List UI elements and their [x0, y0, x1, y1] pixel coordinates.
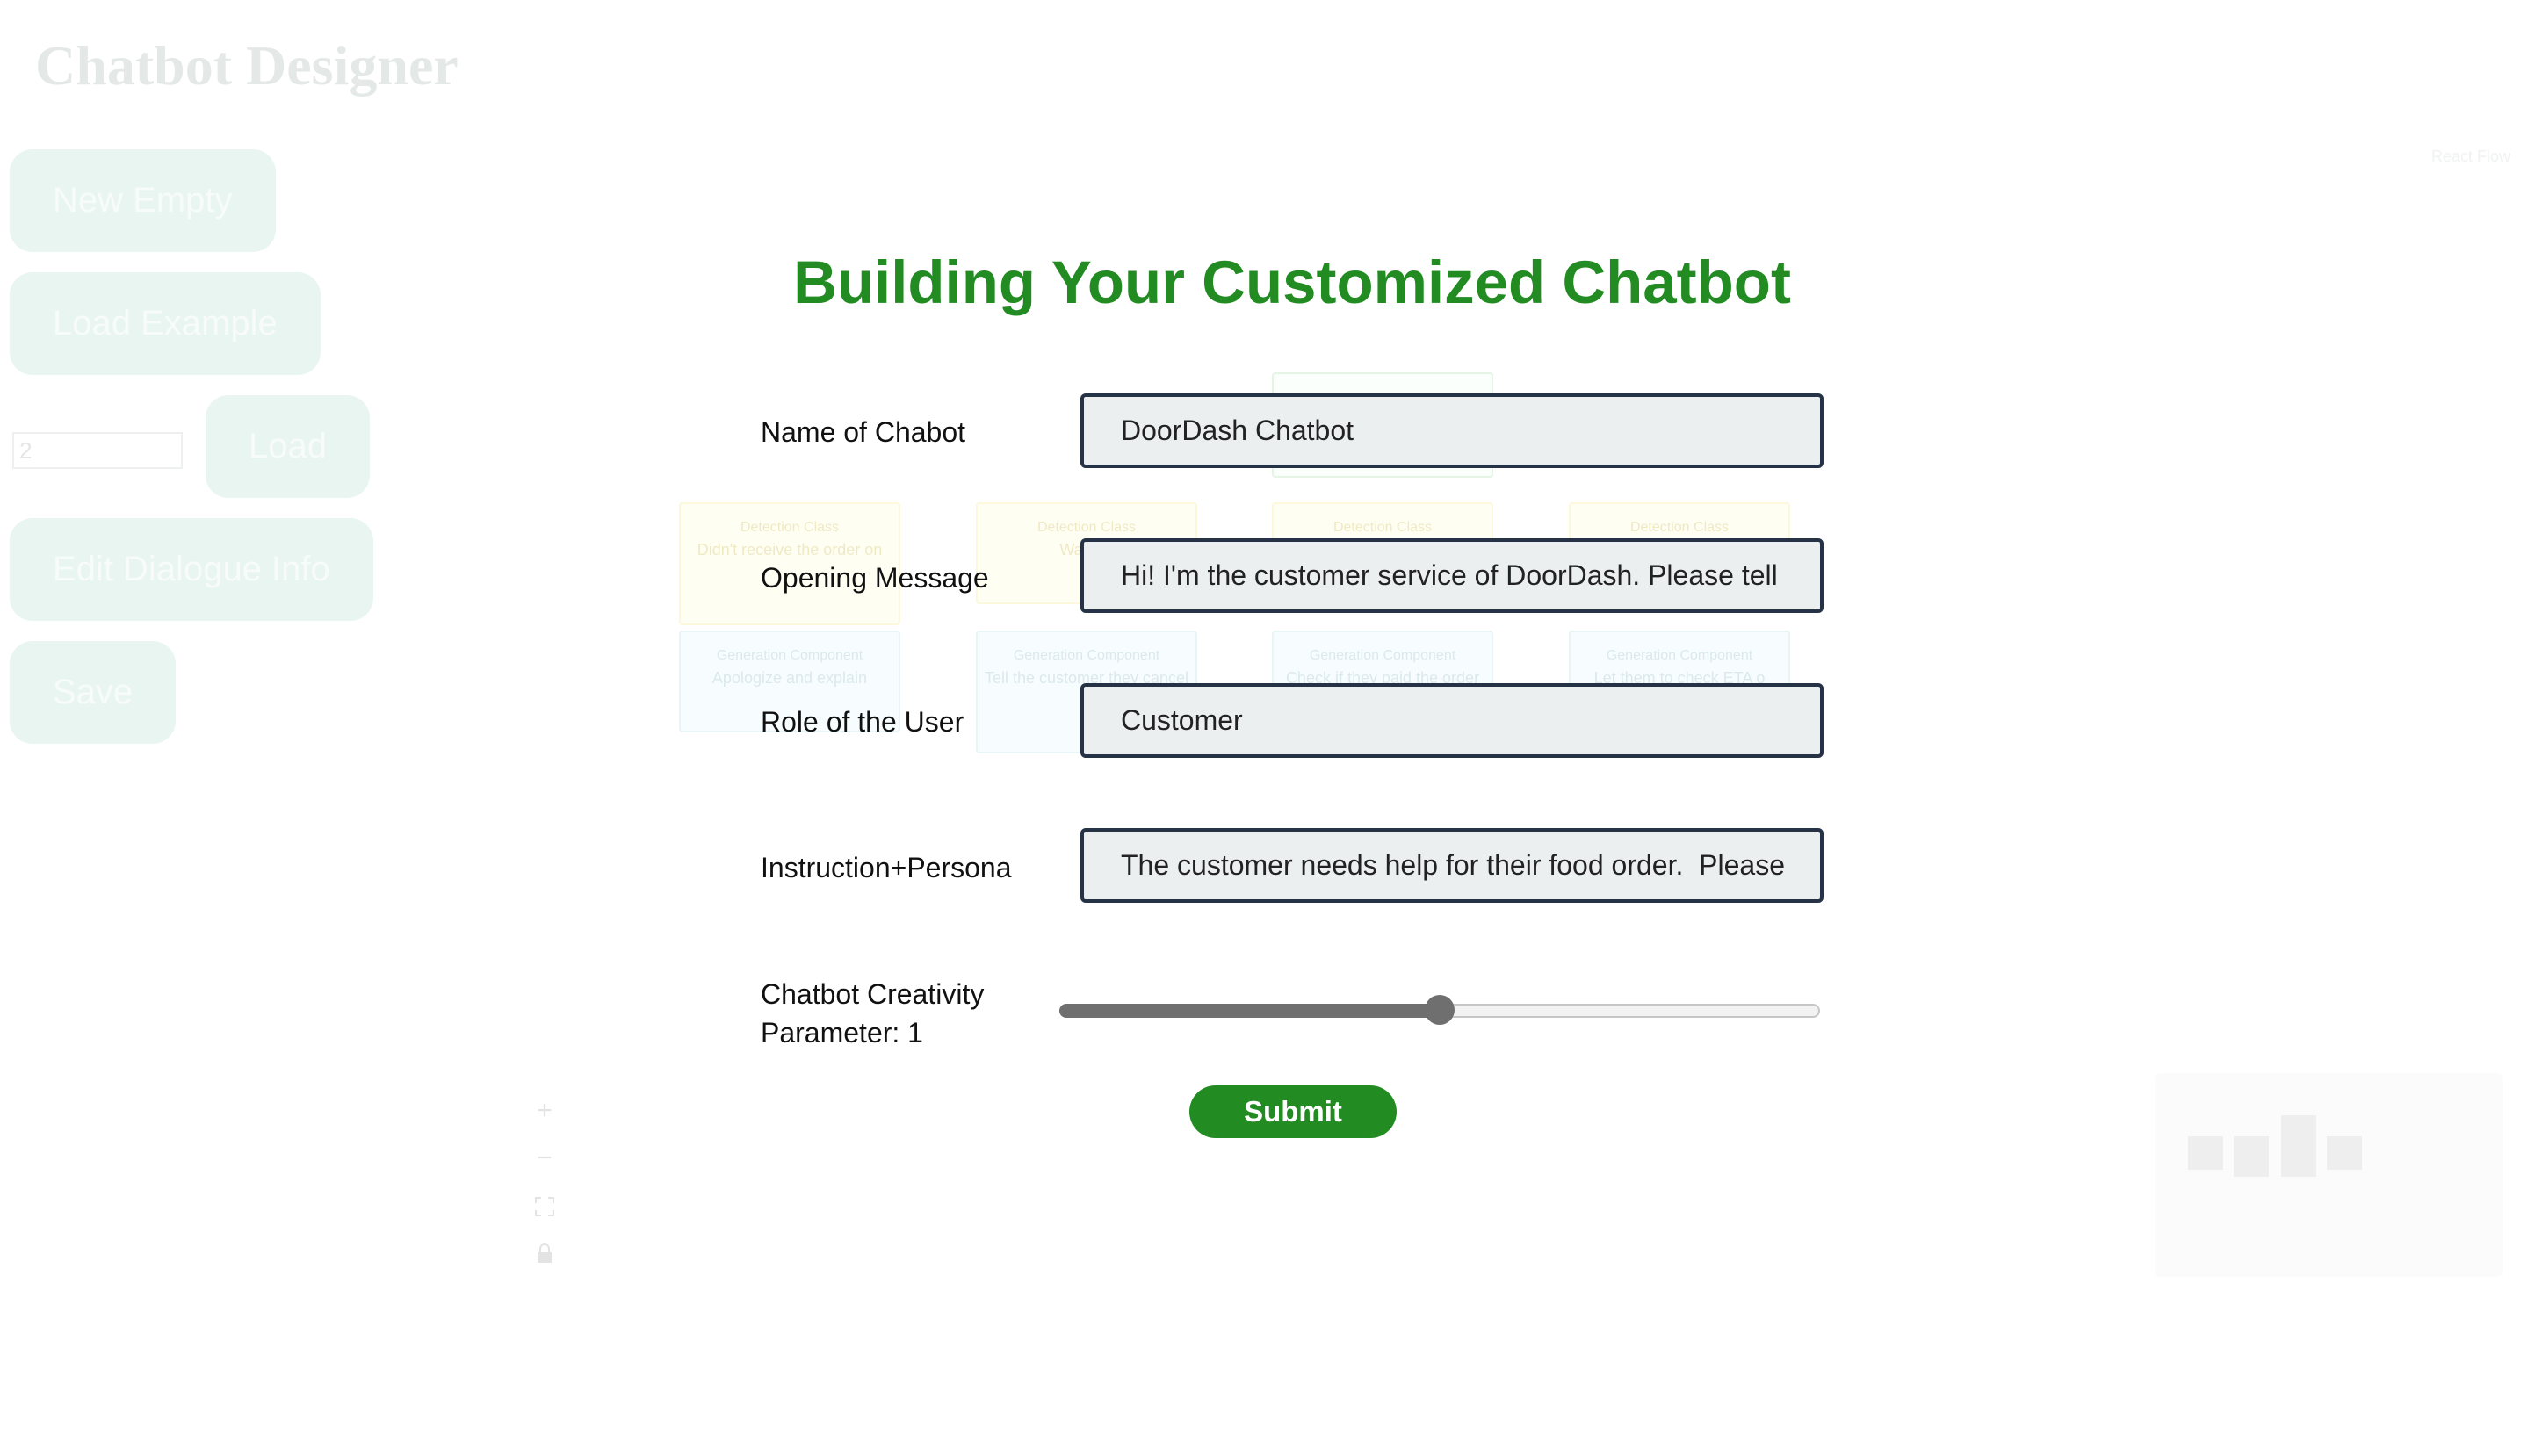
- node-type: Generation Component: [1309, 648, 1456, 663]
- react-flow-attribution[interactable]: React Flow: [2431, 148, 2510, 166]
- node-type: Detection Class: [740, 520, 840, 535]
- minimap-node: [2234, 1136, 2269, 1177]
- creativity-parameter-value: Parameter: 1: [761, 1017, 923, 1049]
- instruction-persona-input[interactable]: [1080, 828, 1824, 903]
- node-type: Detection Class: [1333, 520, 1433, 535]
- example-number-input[interactable]: [12, 432, 183, 469]
- node-type: Generation Component: [716, 648, 863, 663]
- creativity-label: Chatbot Creativity Parameter: 1: [761, 975, 984, 1052]
- node-text: Apologize and explain: [711, 669, 868, 687]
- app-title: Chatbot Designer: [35, 34, 459, 97]
- zoom-in-icon[interactable]: +: [526, 1092, 563, 1129]
- lock-icon[interactable]: [526, 1235, 563, 1272]
- zoom-out-icon[interactable]: −: [526, 1140, 563, 1177]
- load-button[interactable]: Load: [206, 395, 370, 498]
- creativity-label-line1: Chatbot Creativity: [761, 978, 985, 1010]
- minimap-node: [2281, 1115, 2316, 1177]
- edit-dialogue-info-button[interactable]: Edit Dialogue Info: [10, 518, 373, 621]
- chatbot-name-input[interactable]: [1080, 393, 1824, 468]
- slider-thumb[interactable]: [1425, 995, 1455, 1025]
- minimap[interactable]: [2155, 1073, 2503, 1277]
- node-type: Detection Class: [1629, 520, 1730, 535]
- creativity-slider[interactable]: [1059, 995, 1820, 1025]
- minimap-node: [2327, 1136, 2362, 1170]
- opening-message-input[interactable]: [1080, 538, 1824, 613]
- user-role-input[interactable]: [1080, 683, 1824, 758]
- node-type: Generation Component: [1013, 648, 1160, 663]
- opening-message-label: Opening Message: [761, 562, 989, 594]
- node-type: Detection Class: [1036, 520, 1137, 535]
- modal-title: Building Your Customized Chatbot: [793, 249, 1791, 316]
- save-button[interactable]: Save: [10, 641, 177, 744]
- minimap-node: [2188, 1136, 2223, 1170]
- slider-fill: [1059, 1004, 1440, 1018]
- submit-button[interactable]: Submit: [1189, 1085, 1397, 1138]
- node-text: Didn't receive the order on: [697, 541, 883, 559]
- fit-view-icon[interactable]: [526, 1187, 563, 1224]
- new-empty-button[interactable]: New Empty: [10, 149, 276, 252]
- chatbot-name-label: Name of Chabot: [761, 416, 966, 448]
- node-type: Generation Component: [1606, 648, 1753, 663]
- instruction-persona-label: Instruction+Persona: [761, 852, 1012, 883]
- user-role-label: Role of the User: [761, 706, 964, 738]
